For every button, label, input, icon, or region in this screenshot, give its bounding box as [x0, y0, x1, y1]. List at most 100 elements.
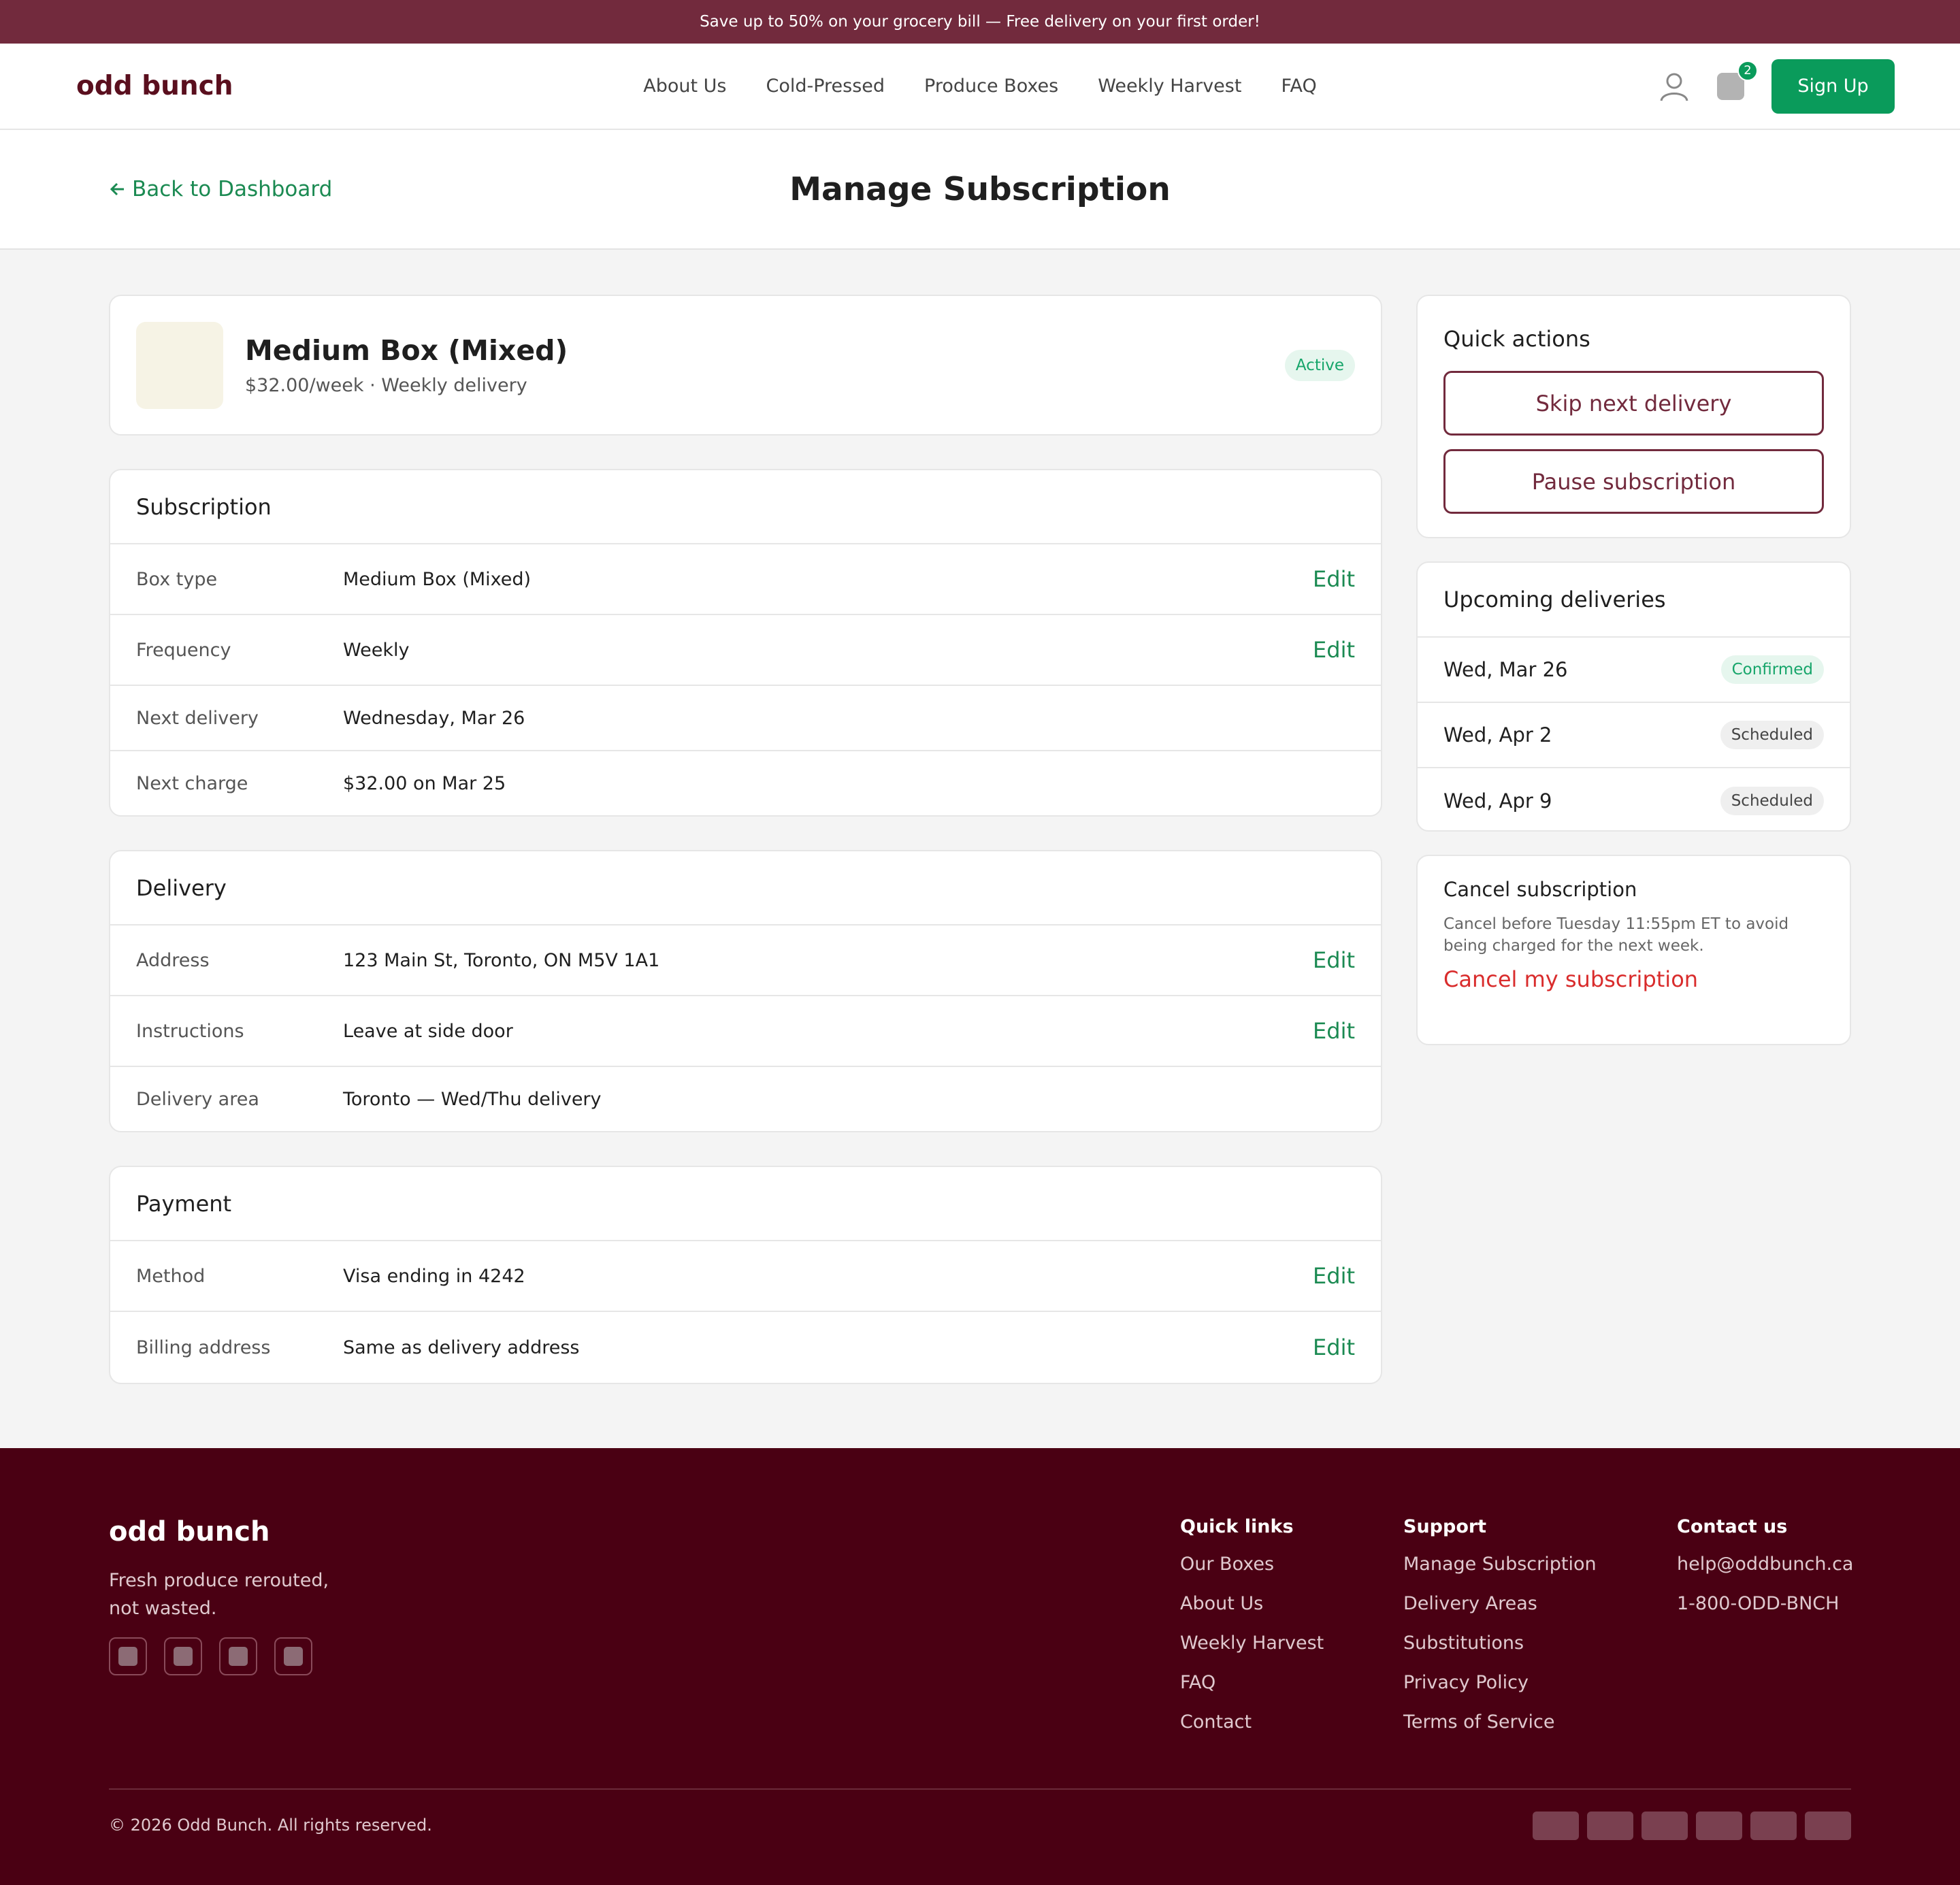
product-meta: $32.00/week · Weekly delivery	[245, 375, 527, 396]
delivery-row-area: Delivery area Toronto — Wed/Thu delivery	[110, 1067, 1381, 1131]
payment-card-icon	[1696, 1812, 1742, 1840]
social-icon[interactable]	[219, 1637, 257, 1675]
pause-subscription-button[interactable]: Pause subscription	[1443, 449, 1824, 514]
social-links	[109, 1637, 312, 1675]
quick-actions-card: Quick actions Skip next delivery Pause s…	[1416, 295, 1851, 538]
nav-link-cold-pressed[interactable]: Cold-Pressed	[766, 76, 885, 97]
footer-column-title: Quick links	[1180, 1516, 1294, 1537]
page-title: Manage Subscription	[789, 170, 1171, 208]
footer-link-faq[interactable]: FAQ	[1180, 1672, 1324, 1693]
social-icon[interactable]	[274, 1637, 312, 1675]
cancel-subscription-card: Cancel subscription Cancel before Tuesda…	[1416, 855, 1851, 1045]
edit-billing-address-link[interactable]: Edit	[1313, 1334, 1355, 1360]
arrow-left-icon	[109, 180, 127, 198]
social-icon[interactable]	[109, 1637, 147, 1675]
footer-link-delivery-areas[interactable]: Delivery Areas	[1403, 1593, 1597, 1614]
payment-card-icon	[1587, 1812, 1633, 1840]
footer-link-contact[interactable]: Contact	[1180, 1711, 1324, 1733]
row-label: Delivery area	[136, 1088, 259, 1110]
upcoming-delivery-row: Wed, Mar 26 Confirmed	[1418, 638, 1850, 703]
edit-instructions-link[interactable]: Edit	[1313, 1018, 1355, 1044]
page-header: Back to Dashboard Manage Subscription	[0, 130, 1960, 250]
cart-icon[interactable]: 2	[1717, 60, 1758, 100]
row-value: Wednesday, Mar 26	[343, 707, 525, 729]
footer-link-substitutions[interactable]: Substitutions	[1403, 1633, 1597, 1654]
product-name: Medium Box (Mixed)	[245, 334, 568, 367]
footer-link-terms-of-service[interactable]: Terms of Service	[1403, 1711, 1597, 1733]
footer-column-title: Contact us	[1677, 1516, 1788, 1537]
top-nav: odd bunch About Us Cold-Pressed Produce …	[0, 44, 1960, 130]
footer-support: Support Manage Subscription Delivery Are…	[1403, 1516, 1597, 1751]
cart-count-badge: 2	[1737, 60, 1758, 81]
footer-contact-phone[interactable]: 1-800-ODD-BNCH	[1677, 1593, 1853, 1614]
edit-payment-method-link[interactable]: Edit	[1313, 1263, 1355, 1289]
skip-next-delivery-button[interactable]: Skip next delivery	[1443, 371, 1824, 436]
row-value: Medium Box (Mixed)	[343, 568, 532, 590]
delivery-date: Wed, Apr 2	[1443, 723, 1552, 747]
upcoming-deliveries-card: Upcoming deliveries Wed, Mar 26 Confirme…	[1416, 561, 1851, 832]
delivery-row-instructions: Instructions Leave at side door Edit	[110, 996, 1381, 1067]
nav-actions: 2 Sign Up	[1659, 59, 1895, 114]
row-value: 123 Main St, Toronto, ON M5V 1A1	[343, 949, 660, 971]
upcoming-delivery-row: Wed, Apr 9 Scheduled	[1418, 768, 1850, 834]
cancel-subscription-link[interactable]: Cancel my subscription	[1443, 966, 1824, 992]
upcoming-deliveries-title: Upcoming deliveries	[1418, 563, 1850, 638]
social-icon[interactable]	[164, 1637, 202, 1675]
quick-actions-title: Quick actions	[1443, 326, 1590, 352]
payment-row-billing-address: Billing address Same as delivery address…	[110, 1312, 1381, 1383]
site-footer: odd bunch Fresh produce rerouted, not wa…	[0, 1448, 1960, 1885]
row-label: Frequency	[136, 639, 231, 661]
status-badge: Scheduled	[1720, 721, 1824, 749]
subscription-row-next-charge: Next charge $32.00 on Mar 25	[110, 751, 1381, 815]
product-thumbnail	[136, 321, 223, 409]
nav-link-produce-boxes[interactable]: Produce Boxes	[924, 76, 1058, 97]
footer-link-privacy-policy[interactable]: Privacy Policy	[1403, 1672, 1597, 1693]
row-label: Billing address	[136, 1337, 271, 1358]
edit-address-link[interactable]: Edit	[1313, 947, 1355, 973]
row-value: $32.00 on Mar 25	[343, 772, 506, 794]
promo-banner: Save up to 50% on your grocery bill — Fr…	[0, 0, 1960, 44]
footer-quick-links: Quick links Our Boxes About Us Weekly Ha…	[1180, 1516, 1324, 1751]
sign-up-button[interactable]: Sign Up	[1771, 59, 1895, 114]
footer-link-weekly-harvest[interactable]: Weekly Harvest	[1180, 1633, 1324, 1654]
footer-logo[interactable]: odd bunch	[109, 1516, 270, 1547]
delivery-card: Delivery Address 123 Main St, Toronto, O…	[109, 850, 1382, 1132]
footer-column-title: Support	[1403, 1516, 1487, 1537]
edit-frequency-link[interactable]: Edit	[1313, 637, 1355, 663]
promo-text: Save up to 50% on your grocery bill — Fr…	[700, 13, 1260, 31]
edit-box-type-link[interactable]: Edit	[1313, 566, 1355, 592]
subscription-row-frequency: Frequency Weekly Edit	[110, 615, 1381, 686]
footer-divider	[109, 1788, 1851, 1790]
status-badge: Scheduled	[1720, 787, 1824, 815]
nav-link-about-us[interactable]: About Us	[643, 76, 726, 97]
footer-contact-email[interactable]: help@oddbunch.ca	[1677, 1554, 1853, 1575]
footer-link-manage-subscription[interactable]: Manage Subscription	[1403, 1554, 1597, 1575]
account-icon[interactable]	[1659, 71, 1690, 102]
back-link-label: Back to Dashboard	[132, 177, 333, 201]
nav-link-weekly-harvest[interactable]: Weekly Harvest	[1098, 76, 1241, 97]
subscription-row-next-delivery: Next delivery Wednesday, Mar 26	[110, 686, 1381, 751]
payment-row-method: Method Visa ending in 4242 Edit	[110, 1241, 1381, 1312]
payment-card: Payment Method Visa ending in 4242 Edit …	[109, 1166, 1382, 1384]
payment-card-icon	[1533, 1812, 1579, 1840]
cancel-note: Cancel before Tuesday 11:55pm ET to avoi…	[1443, 915, 1789, 955]
payment-method-icons	[1533, 1812, 1851, 1840]
upcoming-delivery-row: Wed, Apr 2 Scheduled	[1418, 703, 1850, 768]
footer-link-our-boxes[interactable]: Our Boxes	[1180, 1554, 1324, 1575]
row-label: Method	[136, 1265, 206, 1287]
delivery-row-address: Address 123 Main St, Toronto, ON M5V 1A1…	[110, 925, 1381, 996]
product-summary-card: Medium Box (Mixed) $32.00/week · Weekly …	[109, 295, 1382, 436]
cancel-subscription-title: Cancel subscription	[1443, 878, 1637, 901]
status-badge: Active	[1284, 349, 1355, 381]
nav-link-faq[interactable]: FAQ	[1281, 76, 1316, 97]
payment-section-title: Payment	[110, 1167, 1381, 1241]
back-to-dashboard-link[interactable]: Back to Dashboard	[109, 177, 332, 201]
delivery-date: Wed, Mar 26	[1443, 658, 1568, 681]
row-value: Weekly	[343, 639, 410, 661]
row-label: Address	[136, 949, 210, 971]
row-value: Leave at side door	[343, 1020, 513, 1042]
footer-link-about-us[interactable]: About Us	[1180, 1593, 1324, 1614]
row-value: Toronto — Wed/Thu delivery	[343, 1088, 602, 1110]
payment-card-icon	[1805, 1812, 1851, 1840]
payment-card-icon	[1642, 1812, 1688, 1840]
